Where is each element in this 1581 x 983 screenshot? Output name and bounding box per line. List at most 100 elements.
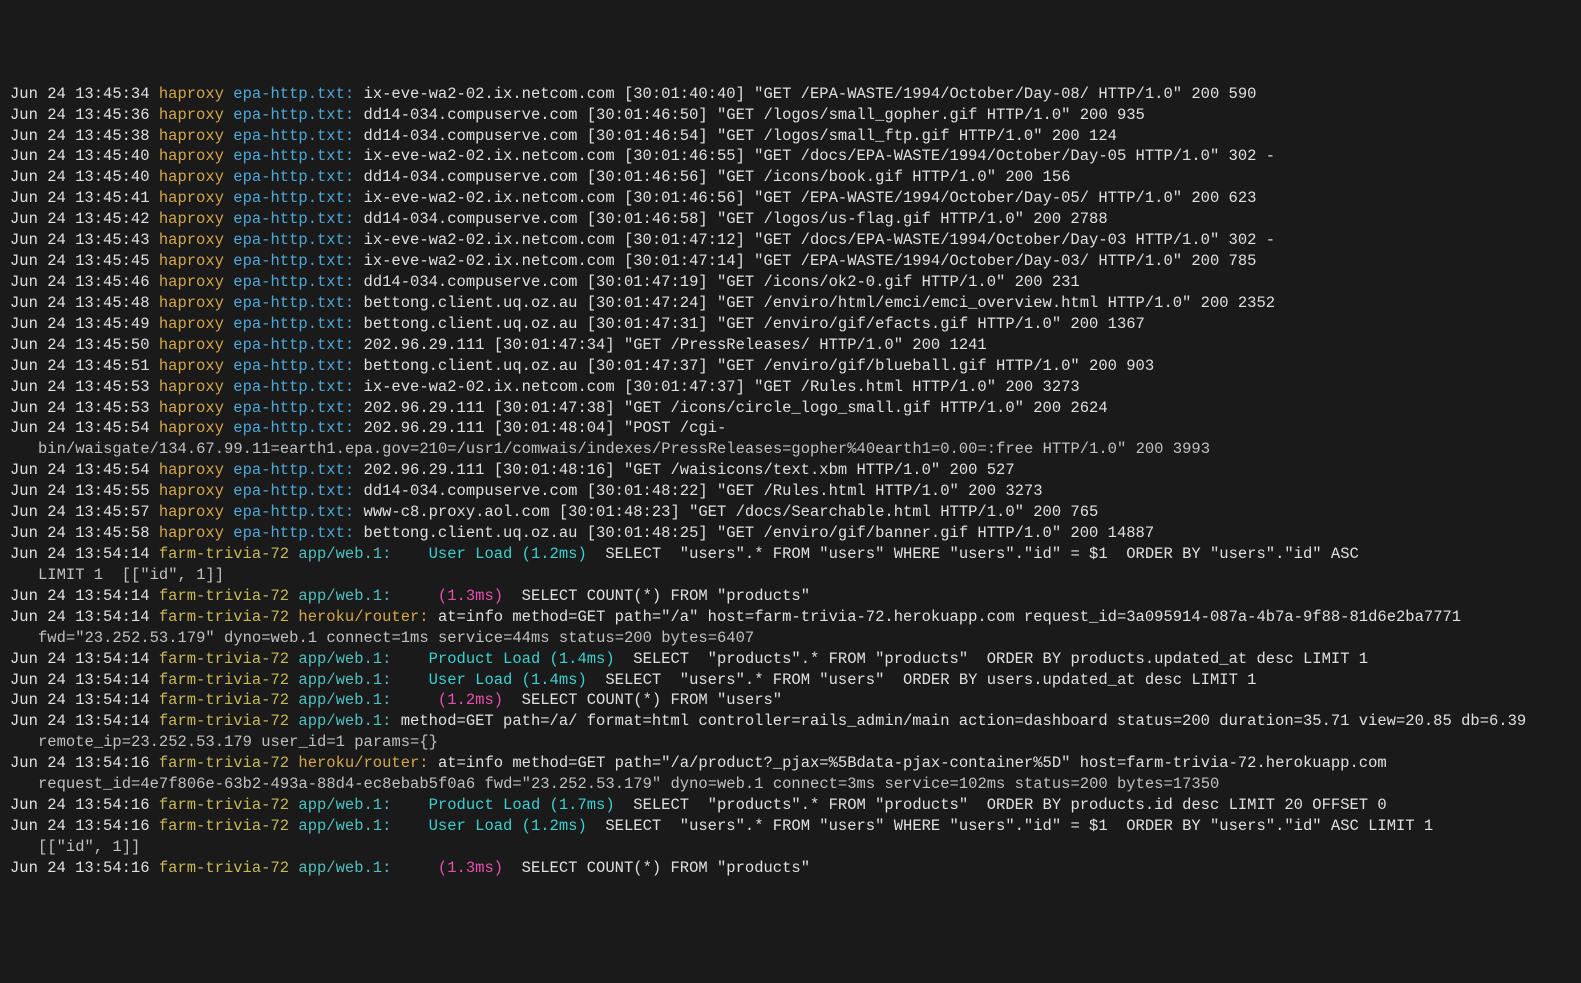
- log-line: Jun 24 13:54:14 farm-trivia-72 app/web.1…: [10, 690, 1571, 711]
- log-line: Jun 24 13:45:45 haproxy epa-http.txt: ix…: [10, 251, 1571, 272]
- sql: SELECT COUNT(*) FROM "users": [503, 691, 782, 709]
- log-line-continuation: remote_ip=23.252.53.179 user_id=1 params…: [10, 732, 1571, 753]
- log-line: Jun 24 13:45:46 haproxy epa-http.txt: dd…: [10, 272, 1571, 293]
- message: bettong.client.uq.oz.au [30:01:47:24] "G…: [364, 294, 1276, 312]
- source: epa-http.txt:: [233, 357, 354, 375]
- app-name: haproxy: [159, 127, 224, 145]
- log-line-continuation: fwd="23.252.53.179" dyno=web.1 connect=1…: [10, 628, 1571, 649]
- sql: SELECT "users".* FROM "users" ORDER BY u…: [587, 671, 1257, 689]
- query-load: Product Load (1.4ms): [410, 650, 615, 668]
- app-name: haproxy: [159, 231, 224, 249]
- query-load: (1.3ms): [410, 587, 503, 605]
- message: method=GET path=/a/ format=html controll…: [401, 712, 1526, 730]
- message: bettong.client.uq.oz.au [30:01:48:25] "G…: [364, 524, 1155, 542]
- query-load: (1.3ms): [410, 859, 503, 877]
- timestamp: Jun 24 13:45:54: [10, 419, 150, 437]
- app-name: farm-trivia-72: [159, 796, 289, 814]
- sql: SELECT "users".* FROM "users" WHERE "use…: [587, 817, 1433, 835]
- app-name: haproxy: [159, 482, 224, 500]
- message: dd14-034.compuserve.com [30:01:46:50] "G…: [364, 106, 1145, 124]
- source: epa-http.txt:: [233, 399, 354, 417]
- app-name: haproxy: [159, 419, 224, 437]
- app-name: haproxy: [159, 189, 224, 207]
- log-line: Jun 24 13:45:53 haproxy epa-http.txt: ix…: [10, 377, 1571, 398]
- log-line: Jun 24 13:54:16 farm-trivia-72 heroku/ro…: [10, 753, 1571, 774]
- app-name: farm-trivia-72: [159, 817, 289, 835]
- message: at=info method=GET path="/a" host=farm-t…: [438, 608, 1461, 626]
- log-line-continuation: LIMIT 1 [["id", 1]]: [10, 565, 1571, 586]
- app-name: haproxy: [159, 336, 224, 354]
- log-line: Jun 24 13:45:50 haproxy epa-http.txt: 20…: [10, 335, 1571, 356]
- timestamp: Jun 24 13:45:53: [10, 378, 150, 396]
- sql: SELECT "products".* FROM "products" ORDE…: [615, 796, 1387, 814]
- query-load: Product Load (1.7ms): [410, 796, 615, 814]
- message: 202.96.29.111 [30:01:47:34] "GET /PressR…: [364, 336, 987, 354]
- log-line: Jun 24 13:45:40 haproxy epa-http.txt: dd…: [10, 167, 1571, 188]
- log-output[interactable]: Jun 24 13:45:34 haproxy epa-http.txt: ix…: [10, 84, 1571, 879]
- app-name: haproxy: [159, 524, 224, 542]
- message: dd14-034.compuserve.com [30:01:46:54] "G…: [364, 127, 1117, 145]
- message: ix-eve-wa2-02.ix.netcom.com [30:01:40:40…: [364, 85, 1257, 103]
- timestamp: Jun 24 13:54:14: [10, 650, 150, 668]
- source: app/web.1:: [298, 817, 391, 835]
- log-line: Jun 24 13:45:36 haproxy epa-http.txt: dd…: [10, 105, 1571, 126]
- timestamp: Jun 24 13:45:42: [10, 210, 150, 228]
- app-name: farm-trivia-72: [159, 671, 289, 689]
- message: dd14-034.compuserve.com [30:01:47:19] "G…: [364, 273, 1080, 291]
- source: epa-http.txt:: [233, 273, 354, 291]
- timestamp: Jun 24 13:45:54: [10, 461, 150, 479]
- timestamp: Jun 24 13:45:43: [10, 231, 150, 249]
- log-line: Jun 24 13:54:14 farm-trivia-72 app/web.1…: [10, 670, 1571, 691]
- app-name: farm-trivia-72: [159, 712, 289, 730]
- source: epa-http.txt:: [233, 189, 354, 207]
- source: epa-http.txt:: [233, 252, 354, 270]
- source: app/web.1:: [298, 587, 391, 605]
- source: app/web.1:: [298, 712, 391, 730]
- source: epa-http.txt:: [233, 147, 354, 165]
- app-name: haproxy: [159, 252, 224, 270]
- source: epa-http.txt:: [233, 524, 354, 542]
- source: epa-http.txt:: [233, 85, 354, 103]
- log-line: Jun 24 13:54:14 farm-trivia-72 heroku/ro…: [10, 607, 1571, 628]
- source: epa-http.txt:: [233, 315, 354, 333]
- message: ix-eve-wa2-02.ix.netcom.com [30:01:46:56…: [364, 189, 1257, 207]
- log-line: Jun 24 13:54:14 farm-trivia-72 app/web.1…: [10, 544, 1571, 565]
- timestamp: Jun 24 13:54:14: [10, 712, 150, 730]
- timestamp: Jun 24 13:45:49: [10, 315, 150, 333]
- app-name: haproxy: [159, 210, 224, 228]
- log-line: Jun 24 13:54:16 farm-trivia-72 app/web.1…: [10, 795, 1571, 816]
- app-name: haproxy: [159, 461, 224, 479]
- log-line: Jun 24 13:45:57 haproxy epa-http.txt: ww…: [10, 502, 1571, 523]
- timestamp: Jun 24 13:54:14: [10, 691, 150, 709]
- log-line: Jun 24 13:45:48 haproxy epa-http.txt: be…: [10, 293, 1571, 314]
- source: app/web.1:: [298, 650, 391, 668]
- timestamp: Jun 24 13:45:55: [10, 482, 150, 500]
- source: epa-http.txt:: [233, 127, 354, 145]
- message: www-c8.proxy.aol.com [30:01:48:23] "GET …: [364, 503, 1099, 521]
- timestamp: Jun 24 13:45:45: [10, 252, 150, 270]
- sql: SELECT "users".* FROM "users" WHERE "use…: [587, 545, 1359, 563]
- app-name: haproxy: [159, 357, 224, 375]
- timestamp: Jun 24 13:54:16: [10, 859, 150, 877]
- app-name: farm-trivia-72: [159, 754, 289, 772]
- message: bettong.client.uq.oz.au [30:01:47:31] "G…: [364, 315, 1145, 333]
- timestamp: Jun 24 13:45:34: [10, 85, 150, 103]
- log-line: Jun 24 13:45:41 haproxy epa-http.txt: ix…: [10, 188, 1571, 209]
- log-line: Jun 24 13:45:38 haproxy epa-http.txt: dd…: [10, 126, 1571, 147]
- log-line-continuation: request_id=4e7f806e-63b2-493a-88d4-ec8eb…: [10, 774, 1571, 795]
- log-line: Jun 24 13:54:14 farm-trivia-72 app/web.1…: [10, 586, 1571, 607]
- timestamp: Jun 24 13:54:14: [10, 608, 150, 626]
- timestamp: Jun 24 13:45:41: [10, 189, 150, 207]
- source: heroku/router:: [298, 608, 428, 626]
- app-name: haproxy: [159, 399, 224, 417]
- message: at=info method=GET path="/a/product?_pja…: [438, 754, 1387, 772]
- source: app/web.1:: [298, 671, 391, 689]
- log-line: Jun 24 13:45:54 haproxy epa-http.txt: 20…: [10, 418, 1571, 439]
- source: app/web.1:: [298, 859, 391, 877]
- log-line-continuation: bin/waisgate/134.67.99.11=earth1.epa.gov…: [10, 439, 1571, 460]
- timestamp: Jun 24 13:54:16: [10, 796, 150, 814]
- timestamp: Jun 24 13:45:51: [10, 357, 150, 375]
- app-name: farm-trivia-72: [159, 608, 289, 626]
- log-line: Jun 24 13:45:55 haproxy epa-http.txt: dd…: [10, 481, 1571, 502]
- timestamp: Jun 24 13:54:14: [10, 545, 150, 563]
